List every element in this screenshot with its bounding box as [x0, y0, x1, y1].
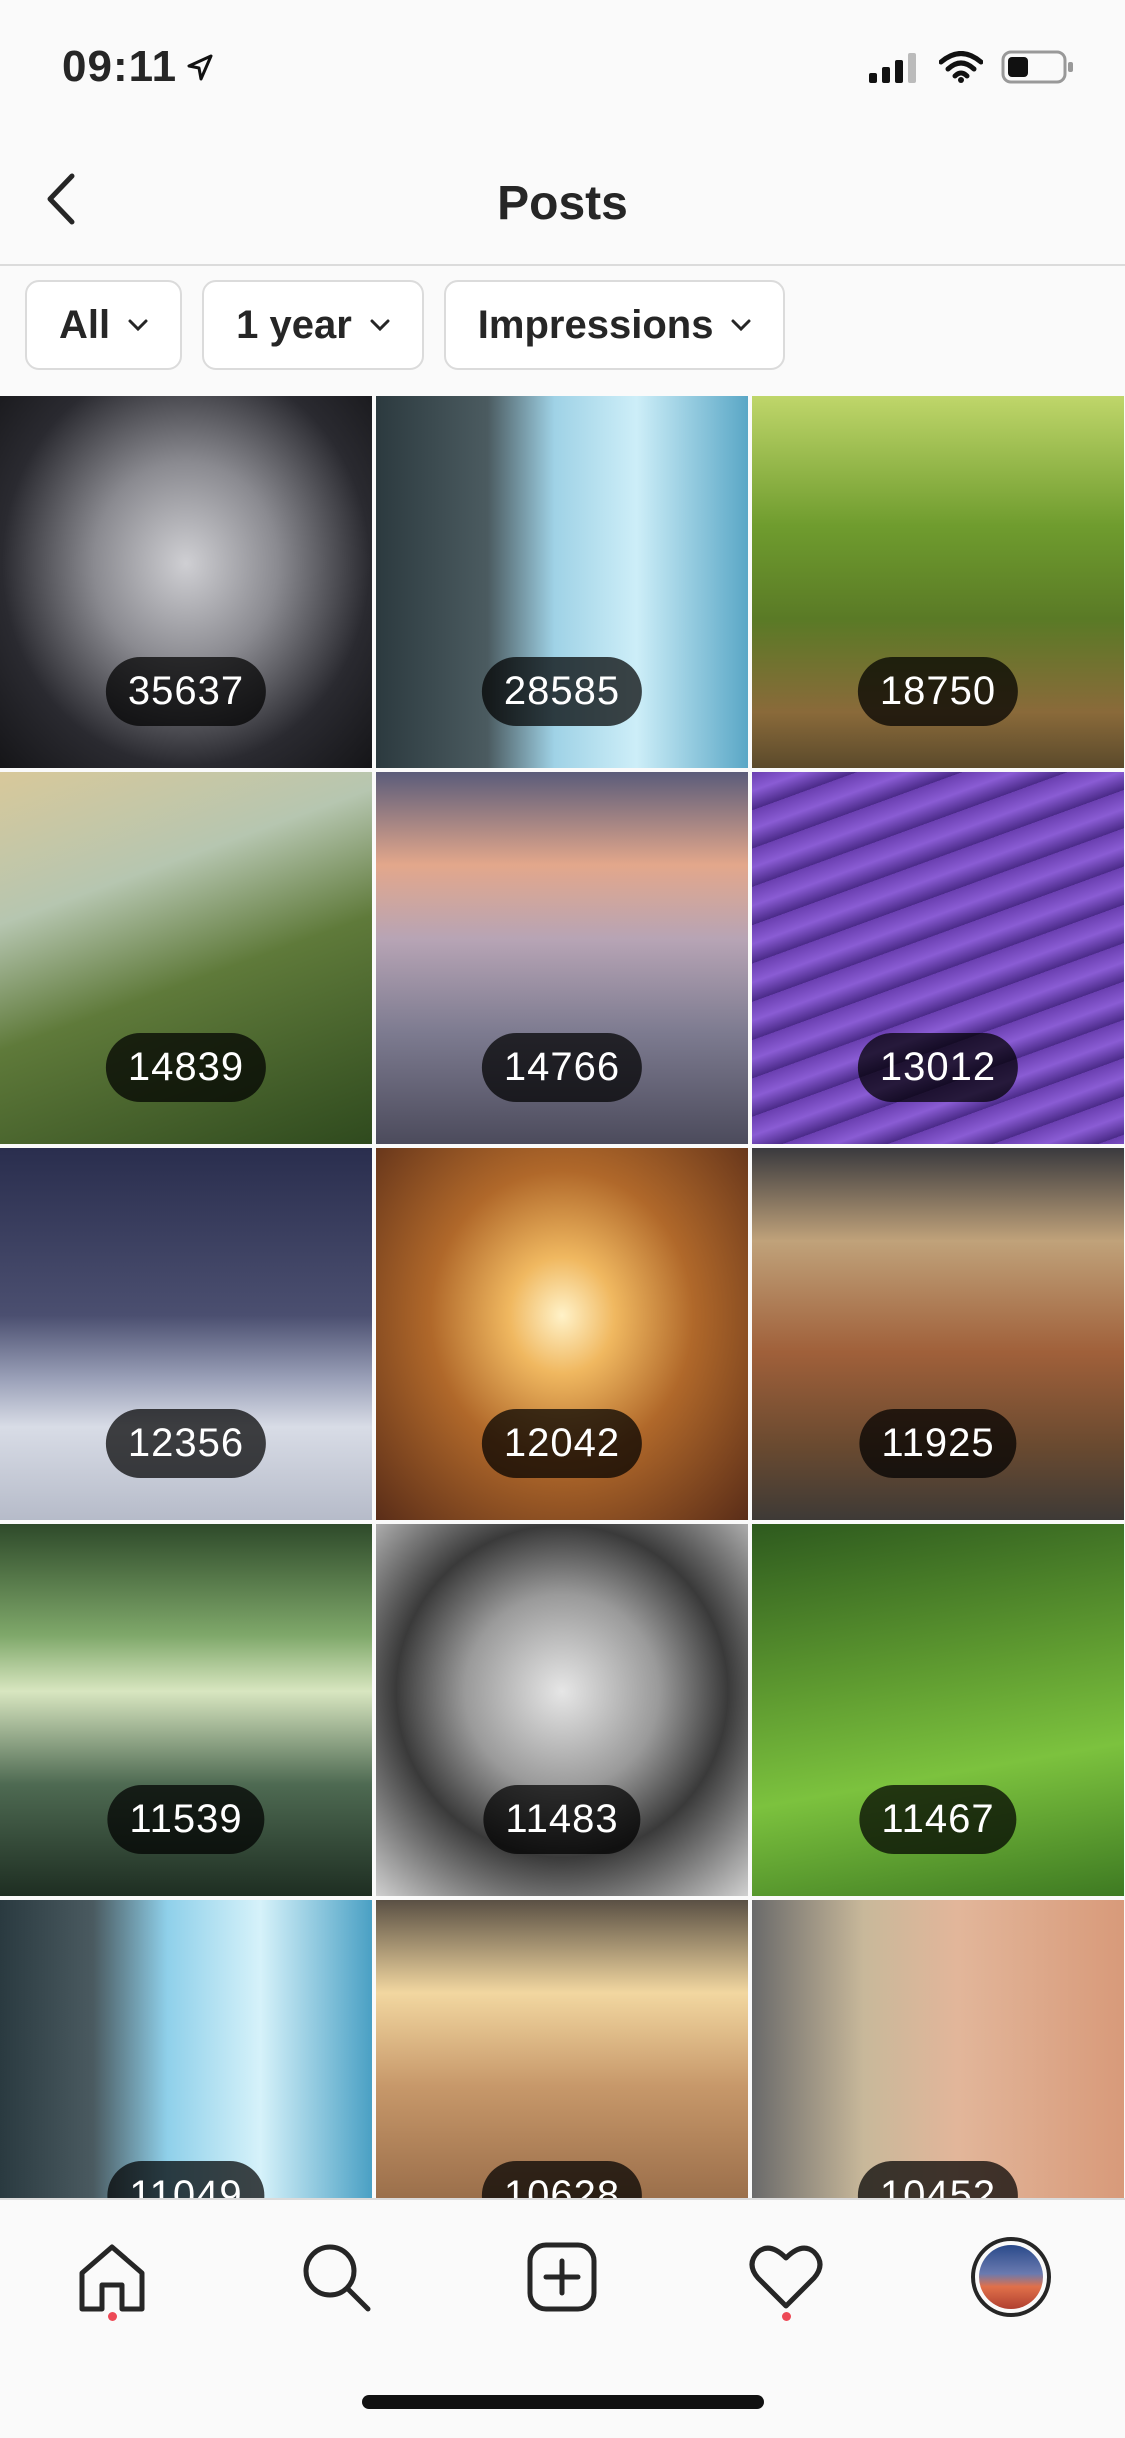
post-thumbnail-cave-waterfall[interactable]: 11539 [0, 1524, 372, 1896]
status-time: 09:11 [62, 42, 178, 91]
chevron-down-icon [731, 319, 751, 332]
impressions-count: 35637 [105, 657, 267, 726]
battery-icon [1001, 50, 1073, 84]
impressions-count: 12356 [105, 1409, 267, 1478]
impressions-count: 10628 [481, 2161, 643, 2198]
impressions-count: 11925 [859, 1409, 1017, 1478]
post-thumbnail-horses-fog[interactable]: 14766 [376, 772, 748, 1144]
impressions-count: 11049 [107, 2161, 265, 2198]
location-arrow-icon [187, 54, 213, 81]
post-thumbnail-tunnel-of-lights[interactable]: 12042 [376, 1148, 748, 1520]
post-thumbnail-jungle-waterfall[interactable]: 14839 [0, 772, 372, 1144]
tab-home[interactable] [67, 2232, 157, 2322]
home-notification-dot [108, 2312, 117, 2321]
impressions-count: 13012 [857, 1033, 1019, 1102]
impressions-count: 14766 [481, 1033, 643, 1102]
post-thumbnail-book-ring[interactable]: 11483 [376, 1524, 748, 1896]
impressions-count: 12042 [481, 1409, 643, 1478]
post-thumbnail-ice-waterfall-2[interactable]: 11049 [0, 1900, 372, 2198]
tab-profile[interactable] [966, 2232, 1056, 2322]
heart-icon [749, 2245, 823, 2309]
tab-search[interactable] [291, 2232, 381, 2322]
search-icon [303, 2244, 371, 2312]
header: Posts [0, 140, 1125, 266]
filter-metric-label: Impressions [477, 302, 714, 347]
post-thumbnail-ice-waterfall[interactable]: 28585 [376, 396, 748, 768]
chevron-down-icon [128, 319, 148, 332]
impressions-count: 11483 [483, 1785, 641, 1854]
post-thumbnail-baby-camera-bag[interactable]: 35637 [0, 396, 372, 768]
impressions-count: 14839 [105, 1033, 267, 1102]
avatar-image [979, 2245, 1043, 2309]
activity-notification-dot [782, 2312, 791, 2321]
filter-metric-dropdown[interactable]: Impressions [443, 280, 786, 370]
post-thumbnail-castle-autumn[interactable]: 11925 [752, 1148, 1124, 1520]
tab-activity[interactable] [741, 2232, 831, 2322]
tab-new-post[interactable] [517, 2232, 607, 2322]
page-title: Posts [497, 177, 628, 230]
filter-type-label: All [59, 302, 111, 347]
impressions-count: 11539 [107, 1785, 265, 1854]
post-thumbnail-desert-dunes[interactable]: 10628 [376, 1900, 748, 2198]
home-indicator [362, 2395, 764, 2409]
add-post-icon [527, 2242, 597, 2312]
chevron-down-icon [370, 319, 390, 332]
post-thumbnail-lavender-field[interactable]: 13012 [752, 772, 1124, 1144]
post-thumbnail-bamboo-forest[interactable]: 18750 [752, 396, 1124, 768]
posts-grid: 35637 28585 18750 14839 14766 13012 1235… [0, 396, 1125, 2198]
impressions-count: 28585 [481, 657, 643, 726]
signal-icon [869, 53, 916, 83]
post-thumbnail-green-hills[interactable]: 11467 [752, 1524, 1124, 1896]
filter-period-label: 1 year [236, 302, 352, 347]
filter-type-dropdown[interactable]: All [25, 280, 183, 370]
status-bar: 09:11 [0, 0, 1125, 140]
impressions-count: 11467 [859, 1785, 1017, 1854]
filter-period-dropdown[interactable]: 1 year [202, 280, 424, 370]
post-thumbnail-milky-way-snow[interactable]: 12356 [0, 1148, 372, 1520]
post-thumbnail-cat-and-eye[interactable]: 10452 [752, 1900, 1124, 2198]
wifi-icon [939, 51, 983, 83]
home-icon [79, 2244, 145, 2312]
avatar [971, 2237, 1051, 2317]
impressions-count: 18750 [857, 657, 1019, 726]
filter-bar: All 1 year Impressions [25, 280, 786, 370]
impressions-count: 10452 [857, 2161, 1019, 2198]
